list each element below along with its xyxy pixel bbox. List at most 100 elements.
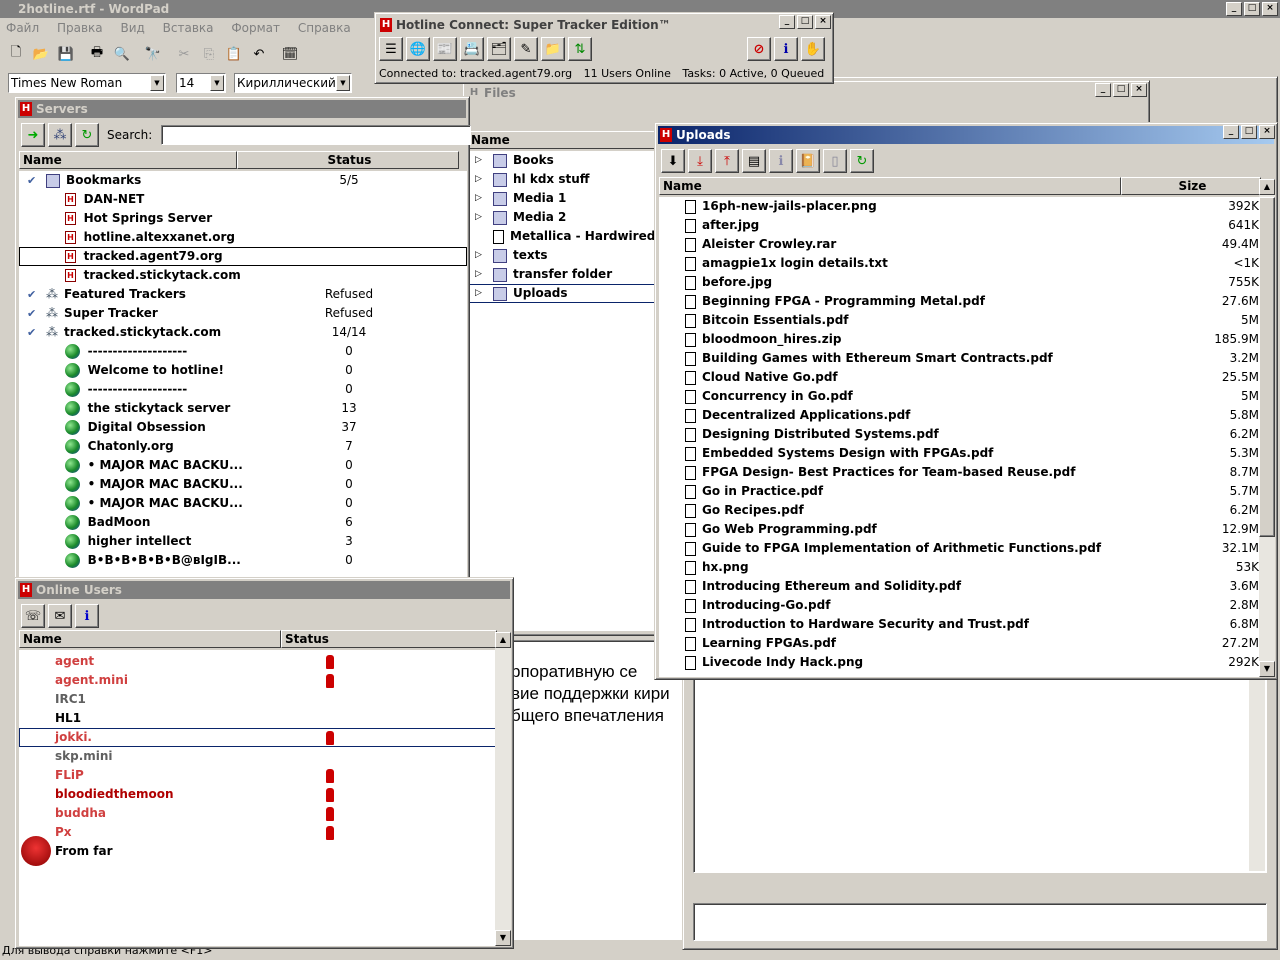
- user-row[interactable]: HL1: [19, 709, 497, 728]
- user-row[interactable]: FLiP: [19, 766, 497, 785]
- save-icon[interactable]: 💾: [54, 42, 78, 66]
- minimize-button[interactable]: _: [1095, 83, 1111, 97]
- refresh-icon[interactable]: ↻: [850, 149, 874, 173]
- file-row[interactable]: Embedded Systems Design with FPGAs.pdf 5.…: [659, 444, 1261, 463]
- copy-icon[interactable]: ⎘: [197, 42, 221, 66]
- server-row[interactable]: H DAN-NET: [19, 190, 467, 209]
- file-row[interactable]: Introducing-Go.pdf 2.8M: [659, 596, 1261, 615]
- minimize-button[interactable]: _: [1226, 2, 1242, 16]
- file-row[interactable]: hx.png 53K: [659, 558, 1261, 577]
- server-row[interactable]: ✔ ⁂ tracked.stickytack.com 14/14: [19, 323, 467, 342]
- maximize-button[interactable]: □: [1244, 2, 1260, 16]
- user-row[interactable]: agent: [19, 652, 497, 671]
- server-row[interactable]: B•B•B•B•B•B@вIgIB... 0: [19, 551, 467, 570]
- chevron-right-icon[interactable]: ▷: [475, 170, 482, 189]
- uploads-col-size[interactable]: Size: [1121, 177, 1261, 195]
- menu-file[interactable]: Файл: [6, 21, 39, 35]
- preview-icon[interactable]: ▤: [742, 149, 766, 173]
- files-folder-row[interactable]: ▷ Media 1: [467, 189, 657, 208]
- server-row[interactable]: H tracked.stickytack.com: [19, 266, 467, 285]
- files-folder-row[interactable]: ▷ Books: [467, 151, 657, 170]
- files-folder-row[interactable]: ▷ hl kdx stuff: [467, 170, 657, 189]
- uploads-col-name[interactable]: Name: [659, 177, 1121, 195]
- quit-icon[interactable]: ✋: [801, 37, 825, 61]
- new-folder-icon[interactable]: 📔: [796, 149, 820, 173]
- upload-icon[interactable]: ⤒: [715, 149, 739, 173]
- undo-icon[interactable]: ↶: [247, 42, 271, 66]
- server-row[interactable]: H hotline.altexxanet.org: [19, 228, 467, 247]
- scroll-down-icon[interactable]: ▼: [1259, 661, 1275, 677]
- file-row[interactable]: Livecode Indy Hack.png 292K: [659, 653, 1261, 672]
- transfer-icon[interactable]: ⇅: [568, 37, 592, 61]
- user-row[interactable]: jokki.: [19, 728, 497, 747]
- server-row[interactable]: Digital Obsession 37: [19, 418, 467, 437]
- server-row[interactable]: ✔ Bookmarks 5/5: [19, 171, 467, 190]
- menu-help[interactable]: Справка: [298, 21, 351, 35]
- chevron-right-icon[interactable]: ▷: [475, 189, 482, 208]
- server-row[interactable]: • MAJOR MAC BACKU... 0: [19, 456, 467, 475]
- chevron-down-icon[interactable]: ▼: [336, 75, 350, 91]
- file-row[interactable]: Concurrency in Go.pdf 5M: [659, 387, 1261, 406]
- file-row[interactable]: after.jpg 641K: [659, 216, 1261, 235]
- tracker-icon[interactable]: ⁂: [48, 123, 72, 147]
- file-row[interactable]: Cloud Native Go.pdf 25.5M: [659, 368, 1261, 387]
- download-icon[interactable]: ⬇: [661, 149, 685, 173]
- users-col-name[interactable]: Name: [19, 630, 281, 648]
- messageboard-icon[interactable]: 📇: [460, 37, 484, 61]
- server-row[interactable]: • MAJOR MAC BACKU... 0: [19, 475, 467, 494]
- files-icon[interactable]: 🗂: [487, 37, 511, 61]
- user-row[interactable]: IRC1: [19, 690, 497, 709]
- private-chat-icon[interactable]: ☏: [21, 604, 45, 628]
- server-row[interactable]: Welcome to hotline! 0: [19, 361, 467, 380]
- close-button[interactable]: ×: [815, 15, 831, 29]
- cut-icon[interactable]: ✂: [172, 42, 196, 66]
- file-row[interactable]: Introduction to Hardware Security and Tr…: [659, 615, 1261, 634]
- connect-arrow-icon[interactable]: ➜: [21, 123, 45, 147]
- server-row[interactable]: • MAJOR MAC BACKU... 0: [19, 494, 467, 513]
- files-col-name[interactable]: Name: [467, 131, 657, 149]
- chat-scrollbar[interactable]: [1249, 679, 1265, 871]
- files-folder-row[interactable]: ▷ Media 2: [467, 208, 657, 227]
- file-row[interactable]: Guide to FPGA Implementation of Arithmet…: [659, 539, 1261, 558]
- scroll-up-icon[interactable]: ▲: [1259, 179, 1275, 195]
- user-row[interactable]: buddha: [19, 804, 497, 823]
- file-row[interactable]: Beginning FPGA - Programming Metal.pdf 27…: [659, 292, 1261, 311]
- user-row[interactable]: bloodiedthemoon: [19, 785, 497, 804]
- file-row[interactable]: before.jpg 755K: [659, 273, 1261, 292]
- file-row[interactable]: Bitcoin Essentials.pdf 5M: [659, 311, 1261, 330]
- size-select[interactable]: 14 ▼: [176, 73, 226, 93]
- chat-input[interactable]: [693, 903, 1267, 941]
- servers-col-name[interactable]: Name: [19, 151, 237, 169]
- menu-edit[interactable]: Правка: [57, 21, 103, 35]
- files-folder-row[interactable]: ▷ texts: [467, 246, 657, 265]
- server-row[interactable]: BadMoon 6: [19, 513, 467, 532]
- info-icon[interactable]: ℹ: [75, 604, 99, 628]
- close-button[interactable]: ×: [1259, 125, 1275, 139]
- server-row[interactable]: the stickytack server 13: [19, 399, 467, 418]
- file-row[interactable]: bloodmoon_hires.zip 185.9M: [659, 330, 1261, 349]
- server-row[interactable]: ✔ ⁂ Featured Trackers Refused: [19, 285, 467, 304]
- globe-icon[interactable]: 🌐: [406, 37, 430, 61]
- menu-format[interactable]: Формат: [231, 21, 280, 35]
- menu-view[interactable]: Вид: [120, 21, 144, 35]
- info-icon[interactable]: ℹ: [774, 37, 798, 61]
- user-row[interactable]: skp.mini: [19, 747, 497, 766]
- minimize-button[interactable]: _: [779, 15, 795, 29]
- files-folder-row[interactable]: ▷ transfer folder: [467, 265, 657, 284]
- file-row[interactable]: Aleister Crowley.rar 49.4M: [659, 235, 1261, 254]
- files-folder-row[interactable]: Metallica - Hardwired...: [467, 227, 657, 246]
- datetime-icon[interactable]: 🗓: [278, 42, 302, 66]
- file-row[interactable]: Designing Distributed Systems.pdf 6.2M: [659, 425, 1261, 444]
- chevron-right-icon[interactable]: ▷: [475, 284, 482, 303]
- delete-icon[interactable]: ▯: [823, 149, 847, 173]
- file-row[interactable]: 16ph-new-jails-placer.png 392K: [659, 197, 1261, 216]
- refresh-icon[interactable]: ↻: [75, 123, 99, 147]
- close-button[interactable]: ×: [1262, 2, 1278, 16]
- find-icon[interactable]: 🔭: [141, 42, 165, 66]
- print-icon[interactable]: 🖶: [85, 42, 109, 66]
- message-icon[interactable]: ✉: [48, 604, 72, 628]
- files-folder-row[interactable]: ▷ Uploads: [467, 284, 657, 303]
- disconnect-icon[interactable]: ⊘: [747, 37, 771, 61]
- open-icon[interactable]: 📂: [29, 42, 53, 66]
- chevron-down-icon[interactable]: ▼: [150, 75, 164, 91]
